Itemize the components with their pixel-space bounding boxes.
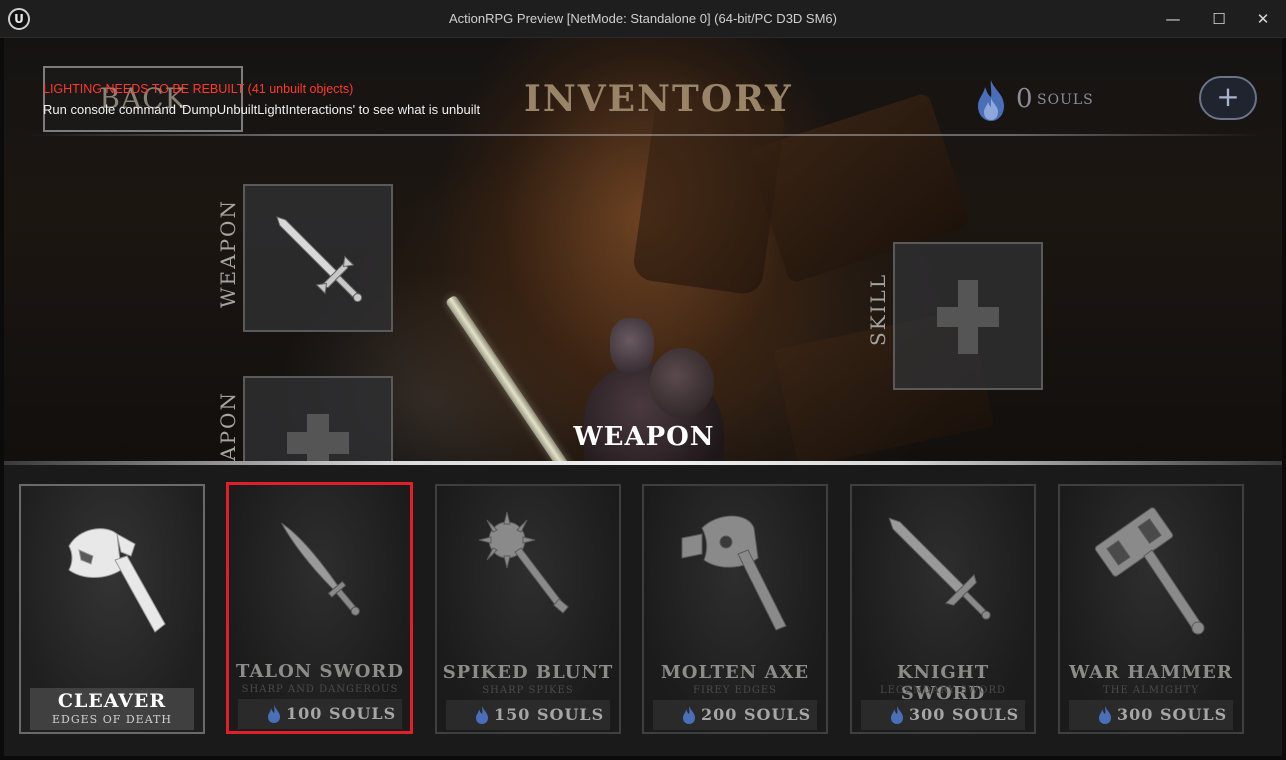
weapon-slot2-label: WEAPON	[216, 391, 240, 462]
add-souls-button[interactable]: +	[1199, 76, 1257, 120]
weapon-desc: SHARP SPIKES	[482, 685, 574, 696]
war-hammer-icon	[1094, 507, 1205, 635]
console-hint: Run console command 'DumpUnbuiltLightInt…	[43, 102, 481, 117]
knight-sword-icon	[888, 517, 991, 620]
price-tag: 300 SOULS	[861, 700, 1025, 730]
back-button[interactable]: BACK	[43, 66, 243, 132]
game-window: { "window": { "title": "ActionRPG Previe…	[0, 0, 1286, 760]
game-scene: BACK INVENTORY 0 SOULS + LIGHTING NEEDS …	[4, 38, 1282, 462]
weapon-card-war-hammer[interactable]: WAR HAMMER THE ALMIGHTY 300 SOULS	[1058, 484, 1244, 734]
weapon-card-knight-sword[interactable]: KNIGHT SWORD LEGENDARY SWORD 300 SOULS	[850, 484, 1036, 734]
character-sword	[445, 294, 573, 462]
weapon-name: WAR HAMMER	[1069, 662, 1233, 683]
weapon-card-cleaver[interactable]: CLEAVER EDGES OF DEATH	[19, 484, 205, 734]
weapon-slot-2[interactable]	[243, 376, 393, 462]
souls-flame-icon	[268, 705, 280, 723]
souls-label: SOULS	[1037, 92, 1094, 108]
price-tag: 150 SOULS	[446, 700, 610, 730]
weapon-card-talon-sword[interactable]: TALON SWORD SHARP AND DANGEROUS 100 SOUL…	[226, 482, 413, 734]
weapon-name: CLEAVER	[57, 690, 167, 712]
plus-icon-bar	[287, 432, 349, 454]
molten-axe-icon	[681, 515, 787, 631]
character-head	[610, 318, 654, 374]
page-title: INVENTORY	[524, 78, 793, 120]
window-title: ActionRPG Preview [NetMode: Standalone 0…	[448, 11, 837, 26]
minimize-button[interactable]: —	[1150, 0, 1196, 38]
weapon-name: TALON SWORD	[236, 661, 404, 682]
souls-count: 0	[1016, 84, 1033, 114]
weapon-desc: EDGES OF DEATH	[52, 713, 172, 726]
cleaver-axe-icon	[68, 528, 166, 633]
weapon-name: KNIGHT SWORD	[896, 662, 990, 704]
cave-rock	[631, 89, 787, 297]
section-title: WEAPON	[573, 422, 715, 452]
header-divider	[28, 134, 1260, 136]
character-shoulder	[650, 348, 714, 418]
souls-counter: 0 SOULS	[974, 78, 1124, 126]
weapon-desc: FIREY EDGES	[693, 685, 777, 696]
skill-slot[interactable]	[893, 242, 1043, 390]
souls-flame-icon	[683, 706, 695, 724]
weapon-card-spiked-blunt[interactable]: SPIKED BLUNT SHARP SPIKES 150 SOULS	[435, 484, 621, 734]
souls-flame-icon	[476, 706, 488, 724]
weapon-desc: LEGENDARY SWORD	[879, 685, 1007, 696]
price-tag: 300 SOULS	[1069, 700, 1233, 730]
spiked-mace-icon	[478, 511, 569, 614]
price-value: 300 SOULS	[909, 705, 1020, 724]
weapon-slot-label: WEAPON	[216, 199, 240, 308]
price-value: 200 SOULS	[701, 705, 812, 724]
maximize-button[interactable]: ☐	[1196, 0, 1242, 38]
weapon-name: SPIKED BLUNT	[442, 662, 614, 683]
knight-sword-icon	[276, 216, 363, 303]
souls-flame-icon	[891, 706, 903, 724]
weapon-desc: SHARP AND DANGEROUS	[241, 684, 399, 695]
lighting-warning: LIGHTING NEEDS TO BE REBUILT (41 unbuilt…	[43, 82, 354, 96]
weapon-slot[interactable]	[243, 184, 393, 332]
weapon-card-molten-axe[interactable]: MOLTEN AXE FIREY EDGES 200 SOULS	[642, 484, 828, 734]
skill-slot-label: SKILL	[866, 272, 890, 346]
weapon-desc: THE ALMIGHTY	[1103, 685, 1199, 696]
price-value: 100 SOULS	[286, 704, 397, 723]
close-button[interactable]: ✕	[1240, 0, 1286, 38]
price-value: 300 SOULS	[1117, 705, 1228, 724]
window-titlebar: U ActionRPG Preview [NetMode: Standalone…	[0, 0, 1286, 38]
price-tag: 200 SOULS	[653, 700, 817, 730]
plus-icon-bar	[937, 307, 999, 327]
weapon-name: MOLTEN AXE	[660, 662, 810, 683]
price-tag: 100 SOULS	[238, 699, 402, 729]
souls-flame-icon	[1099, 706, 1111, 724]
souls-flame-icon	[978, 80, 1004, 121]
talon-sword-icon	[280, 522, 360, 616]
price-value: 150 SOULS	[494, 705, 605, 724]
